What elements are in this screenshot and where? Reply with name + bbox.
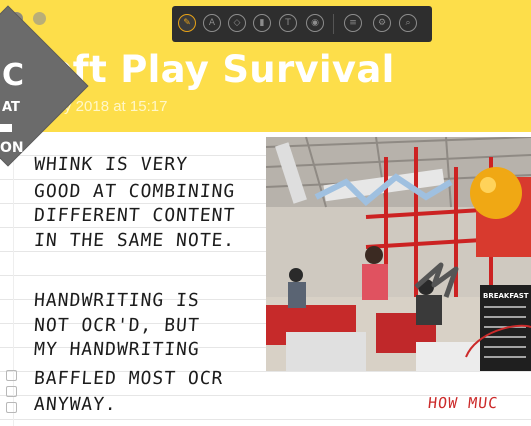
badge-bar (0, 124, 12, 132)
toolbar-divider (333, 14, 334, 34)
drawing-toolbar: ✎ A ◇ ▮ T ◉ ≡ ⚙ ⌕ (172, 6, 432, 42)
handwriting-line: BAFFLED MOST OCR (33, 368, 225, 389)
handwriting-line: GOOD AT COMBINING (33, 181, 236, 202)
page-thumbnail-icon[interactable] (6, 386, 17, 397)
handwriting-line: HANDWRITING IS (33, 290, 201, 311)
shape-tool-icon[interactable]: ◇ (228, 14, 246, 32)
pen-tool-icon[interactable]: A (203, 14, 221, 32)
paper-margin (13, 132, 14, 426)
menu-sign-title: BREAKFAST (483, 292, 529, 300)
page-thumbnail-icon[interactable] (6, 402, 17, 413)
settings-tool-icon[interactable]: ⚙ (373, 14, 391, 32)
handwriting-line: DIFFERENT CONTENT (33, 205, 236, 226)
badge-text: C (2, 58, 25, 93)
page-thumbnail-icon[interactable] (6, 370, 17, 381)
search-tool-icon[interactable]: ⌕ (399, 14, 417, 32)
handwritten-annotation: HOW MUC (427, 394, 500, 412)
handwriting-line: NOT OCR'D, BUT (33, 315, 201, 336)
text-tool-icon[interactable]: T (279, 14, 297, 32)
handwriting-line: WHINK IS VERY (33, 154, 189, 175)
handwriting-line: ANYWAY. (33, 394, 118, 415)
window-back-button[interactable] (33, 12, 46, 25)
handwriting-tool-icon[interactable]: ✎ (178, 14, 196, 32)
handwriting-line: IN THE SAME NOTE. (33, 230, 236, 251)
handwriting-line: MY HANDWRITING (33, 339, 201, 360)
badge-text: AT (2, 100, 20, 115)
layers-tool-icon[interactable]: ≡ (344, 14, 362, 32)
eye-tool-icon[interactable]: ◉ (306, 14, 324, 32)
embedded-photo[interactable]: BREAKFAST (266, 137, 531, 371)
highlighter-tool-icon[interactable]: ▮ (253, 14, 271, 32)
note-date: y 2018 at 15:17 (64, 98, 168, 115)
badge-text: ON (0, 140, 24, 156)
